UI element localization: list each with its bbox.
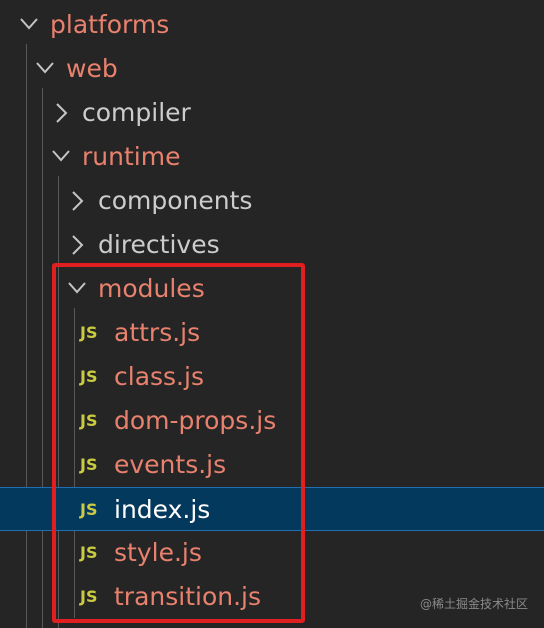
tree-item-label: runtime — [82, 142, 181, 171]
tree-item-runtime[interactable]: runtime — [0, 135, 544, 179]
chevron-down-icon — [18, 3, 40, 47]
tree-item-label: style.js — [114, 538, 202, 567]
chevron-down-icon — [66, 267, 88, 311]
tree-item-label: directives — [98, 230, 220, 259]
tree-item-label: transition.js — [114, 582, 262, 611]
tree-item-label: components — [98, 186, 253, 215]
tree-item-file[interactable]: JS dom-props.js — [0, 399, 544, 443]
file-explorer-tree: platforms web compiler runtime component… — [0, 0, 544, 628]
tree-item-components[interactable]: components — [0, 179, 544, 223]
javascript-file-icon: JS — [80, 411, 98, 430]
javascript-file-icon: JS — [80, 500, 98, 519]
tree-item-compiler[interactable]: compiler — [0, 91, 544, 135]
tree-item-file[interactable]: JS events.js — [0, 443, 544, 487]
chevron-down-icon — [34, 47, 56, 91]
chevron-right-icon — [50, 91, 72, 135]
tree-item-label: dom-props.js — [114, 406, 277, 435]
tree-item-directives[interactable]: directives — [0, 223, 544, 267]
tree-item-file[interactable]: JS style.js — [0, 531, 544, 575]
tree-item-label: compiler — [82, 98, 191, 127]
tree-item-file-selected[interactable]: JS index.js — [0, 487, 544, 531]
javascript-file-icon: JS — [80, 323, 98, 342]
tree-item-web[interactable]: web — [0, 47, 544, 91]
tree-item-file[interactable]: JS attrs.js — [0, 311, 544, 355]
tree-item-label: web — [66, 54, 118, 83]
tree-item-label: index.js — [114, 495, 211, 524]
chevron-right-icon — [66, 179, 88, 223]
tree-item-label: events.js — [114, 450, 227, 479]
tree-item-file[interactable]: JS class.js — [0, 355, 544, 399]
tree-item-label: attrs.js — [114, 318, 201, 347]
javascript-file-icon: JS — [80, 587, 98, 606]
tree-item-modules[interactable]: modules — [0, 267, 544, 311]
tree-item-label: class.js — [114, 362, 204, 391]
watermark: @稀土掘金技术社区 — [419, 597, 528, 611]
javascript-file-icon: JS — [80, 543, 98, 562]
tree-item-label: modules — [98, 274, 205, 303]
chevron-down-icon — [50, 135, 72, 179]
javascript-file-icon: JS — [80, 455, 98, 474]
tree-item-label: platforms — [50, 10, 170, 39]
javascript-file-icon: JS — [80, 367, 98, 386]
chevron-right-icon — [66, 223, 88, 267]
tree-item-platforms[interactable]: platforms — [0, 3, 544, 47]
